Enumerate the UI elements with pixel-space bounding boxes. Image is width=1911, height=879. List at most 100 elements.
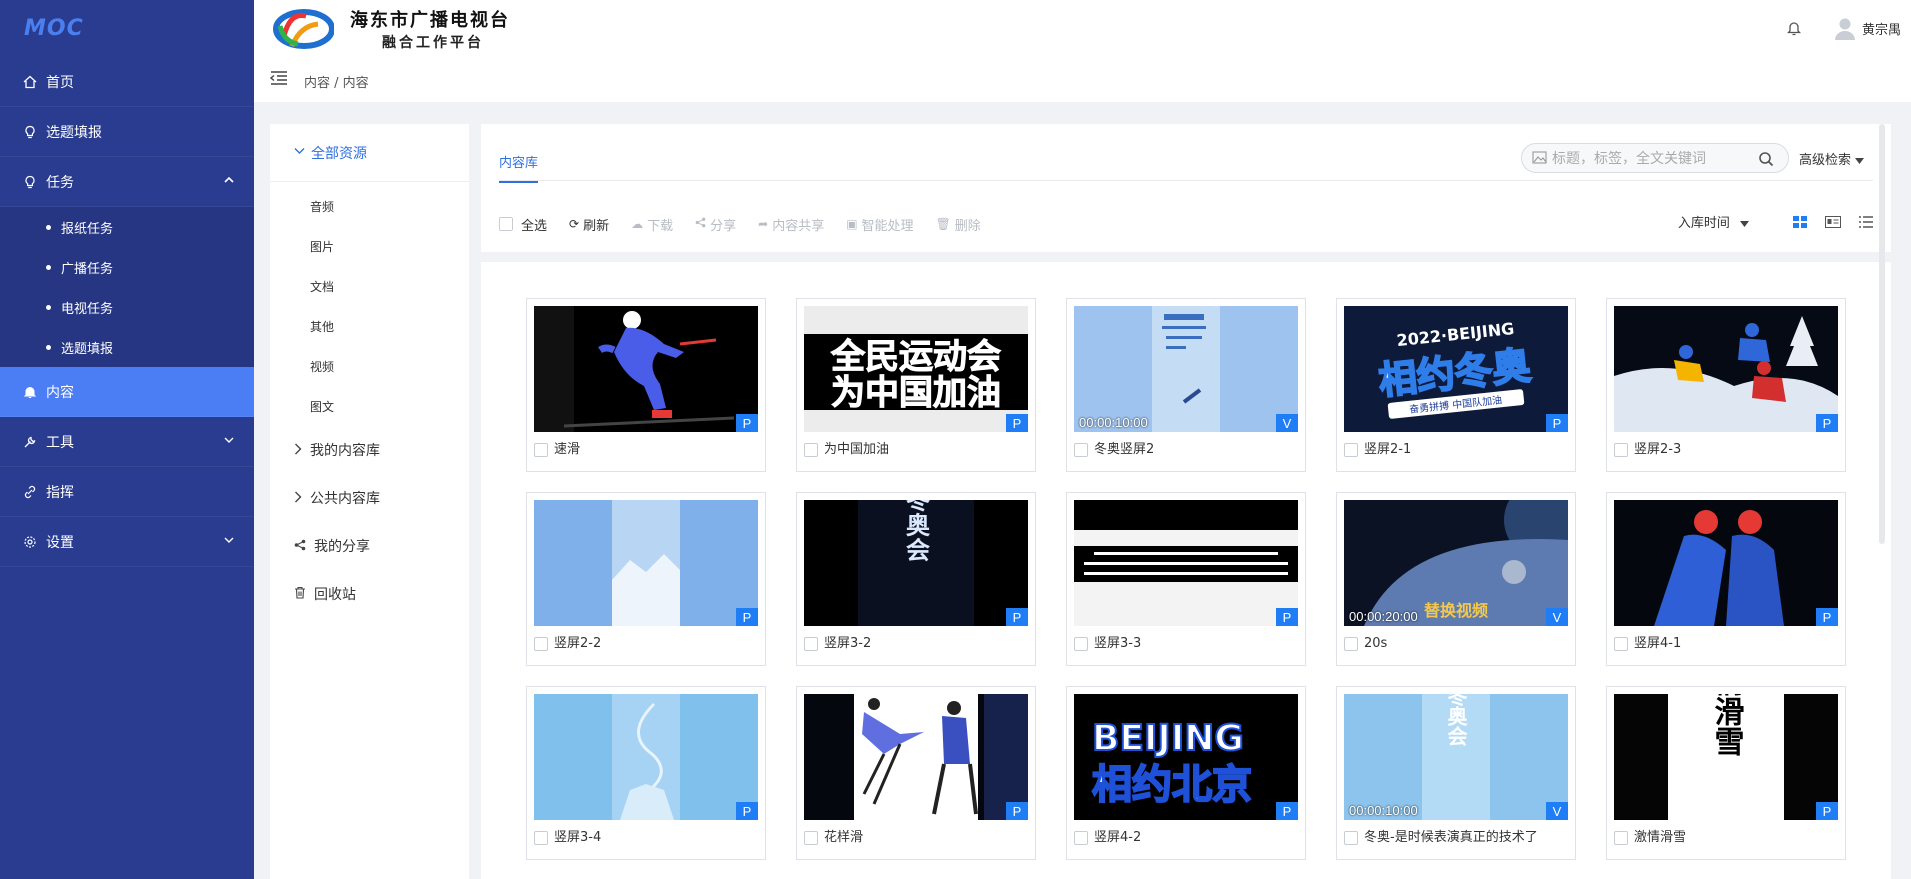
resource-tree: 全部资源 音频 图片 文档 其他 视频 图文 我的内容库 公共内容库 我的分享 … [270, 124, 469, 879]
thumbnail: P [1614, 500, 1838, 626]
media-card[interactable]: 替换视频 00:00:20:00 V 20s [1336, 492, 1576, 666]
tree-item-recycle-bin[interactable]: 回收站 [270, 570, 469, 618]
tree-item-video[interactable]: 视频 [270, 346, 469, 386]
sidebar-item-topic-report[interactable]: 选题填报 [0, 107, 254, 157]
tree-item-audio[interactable]: 音频 [270, 186, 469, 226]
checkbox[interactable] [1614, 443, 1628, 457]
advanced-search-dropdown[interactable]: 高级检索 [1799, 149, 1865, 168]
checkbox[interactable] [534, 443, 548, 457]
media-card[interactable]: P 竖屏3-4 [526, 686, 766, 860]
tree-item-label: 公共内容库 [310, 491, 380, 507]
thumbnail: P [534, 500, 758, 626]
checkbox[interactable] [804, 443, 818, 457]
brand[interactable]: 海东市广播电视台 融合工作平台 [270, 6, 510, 52]
media-card[interactable]: P 竖屏3-3 [1066, 492, 1306, 666]
download-button[interactable]: ☁ 下载 [631, 215, 673, 234]
tree-item-label: 我的内容库 [310, 443, 380, 459]
checkbox[interactable] [1344, 443, 1358, 457]
tree-item-image[interactable]: 图片 [270, 226, 469, 266]
thumbnail: 替换视频 00:00:20:00 V [1344, 500, 1568, 626]
sidebar-item-label: 首页 [46, 74, 74, 91]
checkbox[interactable] [804, 831, 818, 845]
checkbox[interactable] [1074, 443, 1088, 457]
delete-button[interactable]: 🗑 删除 [936, 215, 981, 234]
image-search-icon[interactable] [1532, 151, 1548, 165]
media-card[interactable]: 北京冬奥会 00:00:10:00 V 冬奥-是时候表演真正的技术了 [1336, 686, 1576, 860]
sidebar-item-tasks[interactable]: 任务 [0, 157, 254, 207]
media-card[interactable]: 2022·BEIJING 相约冬奥 奋勇拼搏 中国队加油 P 竖屏2-1 [1336, 298, 1576, 472]
tree-item-my-shares[interactable]: 我的分享 [270, 522, 469, 570]
grid-view-icon[interactable] [1793, 215, 1807, 228]
checkbox[interactable] [1074, 637, 1088, 651]
sidebar-item-settings[interactable]: 设置 [0, 517, 254, 567]
menu-fold-icon[interactable] [269, 70, 288, 89]
sidebar-subitem-radio[interactable]: 广播任务 [0, 247, 254, 287]
checkbox[interactable] [534, 831, 548, 845]
advanced-search-label: 高级检索 [1799, 153, 1852, 168]
breadcrumb: 内容 / 内容 [304, 76, 369, 91]
media-card[interactable]: 全民运动会 为中国加油 P 为中国加油 [796, 298, 1036, 472]
thumbnail: 北京冬奥会 P [804, 500, 1028, 626]
content-share-button[interactable]: ➦ 内容共享 [758, 215, 824, 234]
media-card[interactable]: P 速滑 [526, 298, 766, 472]
card-view-icon[interactable] [1825, 215, 1841, 228]
sidebar-item-home[interactable]: 首页 [0, 57, 254, 107]
sidebar-item-content[interactable]: 内容 [0, 367, 254, 417]
tree-item-my-library[interactable]: 我的内容库 [270, 426, 469, 474]
checkbox[interactable] [804, 637, 818, 651]
checkbox[interactable] [534, 637, 548, 651]
select-all-label: 全选 [521, 218, 548, 234]
media-card[interactable]: 北京冬奥会 P 竖屏3-2 [796, 492, 1036, 666]
media-card[interactable]: P 花样滑 [796, 686, 1036, 860]
checkbox[interactable] [1074, 831, 1088, 845]
sidebar-subitem-tv[interactable]: 电视任务 [0, 287, 254, 327]
list-view-icon[interactable] [1859, 215, 1873, 228]
bullet-icon [46, 344, 51, 350]
sidebar-item-label: 选题填报 [61, 341, 114, 357]
media-title: 竖屏4-2 [1094, 830, 1142, 845]
scrollbar[interactable] [1879, 124, 1885, 544]
sort-dropdown[interactable]: 入库时间 [1678, 212, 1749, 231]
media-card[interactable]: P 竖屏2-2 [526, 492, 766, 666]
thumbnail: P [804, 694, 1028, 820]
refresh-button[interactable]: ⟳ 刷新 [569, 215, 609, 234]
sidebar-item-label: 内容 [46, 384, 74, 401]
sidebar-item-tools[interactable]: 工具 [0, 417, 254, 467]
sidebar-subitem-newspaper[interactable]: 报纸任务 [0, 207, 254, 247]
app-logo[interactable]: MOC [0, 0, 254, 57]
checkbox[interactable] [1614, 637, 1628, 651]
media-card[interactable]: P 竖屏2-3 [1606, 298, 1846, 472]
share-label: 分享 [710, 218, 737, 234]
smart-process-button[interactable]: ▣ 智能处理 [846, 215, 913, 234]
type-badge: P [1276, 802, 1298, 820]
tasks-submenu: 报纸任务 广播任务 电视任务 选题填报 [0, 207, 254, 367]
tab-content-library[interactable]: 内容库 [499, 152, 539, 183]
media-card[interactable]: P 竖屏4-1 [1606, 492, 1846, 666]
tree-item-other[interactable]: 其他 [270, 306, 469, 346]
search-input[interactable] [1552, 150, 1762, 166]
media-title: 竖屏4-1 [1634, 636, 1682, 651]
media-card[interactable]: BEIJING 相约北京 P 竖屏4-2 [1066, 686, 1306, 860]
select-all-checkbox[interactable]: 全选 [499, 215, 547, 234]
share-icon [294, 539, 306, 554]
checkbox[interactable] [1344, 637, 1358, 651]
thumbnail: 2022·BEIJING 相约冬奥 奋勇拼搏 中国队加油 P [1344, 306, 1568, 432]
type-badge: V [1546, 608, 1568, 626]
sidebar-subitem-topic[interactable]: 选题填报 [0, 327, 254, 367]
tree-item-all-resources[interactable]: 全部资源 [270, 124, 469, 182]
type-badge: P [1546, 414, 1568, 432]
user-menu[interactable]: 黄宗禺 [1834, 16, 1901, 40]
share-button[interactable]: 分享 [695, 215, 736, 234]
checkbox[interactable] [499, 217, 513, 231]
tree-item-image-text[interactable]: 图文 [270, 386, 469, 426]
media-card[interactable]: 00:00:10:00 V 冬奥竖屏2 [1066, 298, 1306, 472]
notification-bell-icon[interactable] [1786, 20, 1802, 40]
sidebar-item-command[interactable]: 指挥 [0, 467, 254, 517]
search-icon[interactable] [1758, 151, 1774, 171]
tree-item-document[interactable]: 文档 [270, 266, 469, 306]
checkbox[interactable] [1344, 831, 1358, 845]
media-card[interactable]: 激情滑雪 P 激情滑雪 [1606, 686, 1846, 860]
tree-item-public-library[interactable]: 公共内容库 [270, 474, 469, 522]
thumb-text: 相约北京 [1092, 762, 1252, 808]
checkbox[interactable] [1614, 831, 1628, 845]
